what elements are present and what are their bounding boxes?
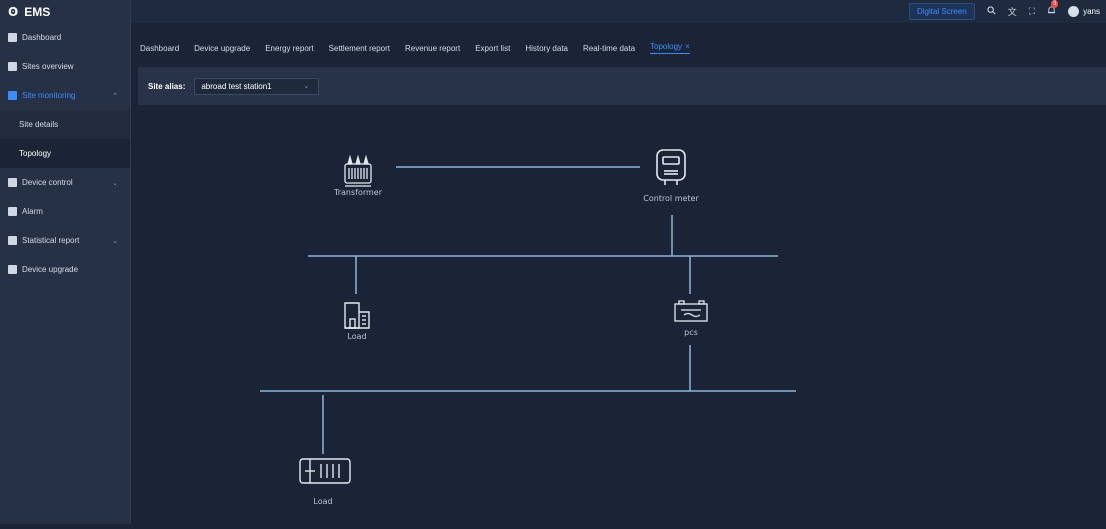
fullscreen-icon[interactable]: ⛶: [1029, 6, 1035, 17]
close-icon[interactable]: ×: [685, 42, 690, 51]
sidebar-item-label: Device upgrade: [22, 265, 79, 274]
sidebar-item-sites-overview[interactable]: Sites overview: [0, 52, 130, 81]
sidebar-item-label: Dashboard: [22, 33, 62, 42]
sidebar-item-site-monitoring[interactable]: Site monitoring ⌃: [0, 81, 130, 110]
search-icon[interactable]: [987, 6, 996, 17]
load-icon[interactable]: [344, 302, 370, 329]
control-meter-label: Control meter: [643, 194, 699, 203]
tab-label: Topology: [650, 42, 683, 51]
transformer-label: Transformer: [333, 188, 383, 197]
report-icon: [8, 236, 17, 245]
pcs-label: pcs: [684, 328, 698, 337]
chevron-down-icon: ⌄: [303, 83, 310, 90]
ems-logo-icon: ʘ: [8, 4, 19, 19]
tab-dashboard[interactable]: Dashboard: [140, 44, 179, 53]
chevron-down-icon: ⌄: [112, 179, 118, 187]
username: yans: [1083, 7, 1100, 16]
topology-diagram: Transformer Control meter Load pcs Load: [138, 110, 1098, 529]
sidebar-item-label: Site details: [19, 120, 59, 129]
sidebar-item-label: Topology: [19, 149, 52, 158]
sidebar-item-dashboard[interactable]: Dashboard: [0, 23, 130, 52]
digital-screen-button[interactable]: Digital Screen: [908, 3, 975, 20]
bell-icon[interactable]: 3: [1047, 0, 1059, 17]
sidebar-subitem-topology[interactable]: Topology: [0, 139, 130, 168]
user-menu[interactable]: yans: [1068, 6, 1100, 17]
chevron-down-icon: ⌄: [112, 237, 118, 245]
top-header: Digital Screen 文 ⛶ 3 yans: [131, 0, 1106, 23]
translate-icon[interactable]: 文: [1008, 5, 1017, 18]
sidebar-menu: Dashboard Sites overview Site monitoring…: [0, 23, 130, 284]
tab-settlement-report[interactable]: Settlement report: [329, 44, 390, 53]
sidebar-item-statistical-report[interactable]: Statistical report ⌄: [0, 226, 130, 255]
chevron-up-icon: ⌃: [112, 92, 118, 100]
site-alias-value: abroad test station1: [201, 81, 272, 91]
transformer-icon[interactable]: [344, 154, 372, 187]
dashboard-icon: [8, 33, 17, 42]
tab-real-time-data[interactable]: Real-time data: [583, 44, 635, 53]
alarm-icon: [8, 207, 17, 216]
sidebar-item-alarm[interactable]: Alarm: [0, 197, 130, 226]
tab-device-upgrade[interactable]: Device upgrade: [194, 44, 250, 53]
sidebar-item-label: Device control: [22, 178, 73, 187]
tab-energy-report[interactable]: Energy report: [265, 44, 313, 53]
filter-bar: Site alias: abroad test station1 ⌄: [138, 67, 1106, 105]
upgrade-icon: [8, 265, 17, 274]
app-root: ʘ EMS Dashboard Sites overview Site moni…: [0, 0, 1106, 524]
load-label: Load: [313, 497, 333, 506]
brand[interactable]: ʘ EMS: [0, 0, 130, 23]
sidebar-item-label: Site monitoring: [22, 91, 76, 100]
sidebar: ʘ EMS Dashboard Sites overview Site moni…: [0, 0, 131, 524]
tab-revenue-report[interactable]: Revenue report: [405, 44, 460, 53]
tab-history-data[interactable]: History data: [525, 44, 568, 53]
sidebar-item-label: Statistical report: [22, 236, 80, 245]
site-alias-label: Site alias:: [148, 81, 186, 91]
tab-bar: Dashboard Device upgrade Energy report S…: [131, 37, 1106, 59]
device-icon: [8, 178, 17, 187]
app-title: EMS: [24, 4, 51, 19]
notification-badge: 3: [1051, 0, 1059, 8]
grid-icon: [8, 62, 17, 71]
sidebar-item-device-control[interactable]: Device control ⌄: [0, 168, 130, 197]
site-alias-select[interactable]: abroad test station1 ⌄: [194, 77, 320, 95]
tab-export-list[interactable]: Export list: [475, 44, 510, 53]
tab-topology[interactable]: Topology ×: [650, 42, 690, 54]
pcs-icon[interactable]: [674, 300, 708, 322]
monitor-icon: [8, 91, 17, 100]
sidebar-item-label: Alarm: [22, 207, 43, 216]
load-label: Load: [347, 332, 367, 341]
sidebar-item-label: Sites overview: [22, 62, 74, 71]
meter-icon[interactable]: [656, 149, 686, 185]
sidebar-item-device-upgrade[interactable]: Device upgrade: [0, 255, 130, 284]
sidebar-subitem-site-details[interactable]: Site details: [0, 110, 130, 139]
avatar: [1068, 6, 1080, 17]
topology-canvas: [260, 149, 796, 484]
container-load-icon[interactable]: [299, 458, 351, 484]
